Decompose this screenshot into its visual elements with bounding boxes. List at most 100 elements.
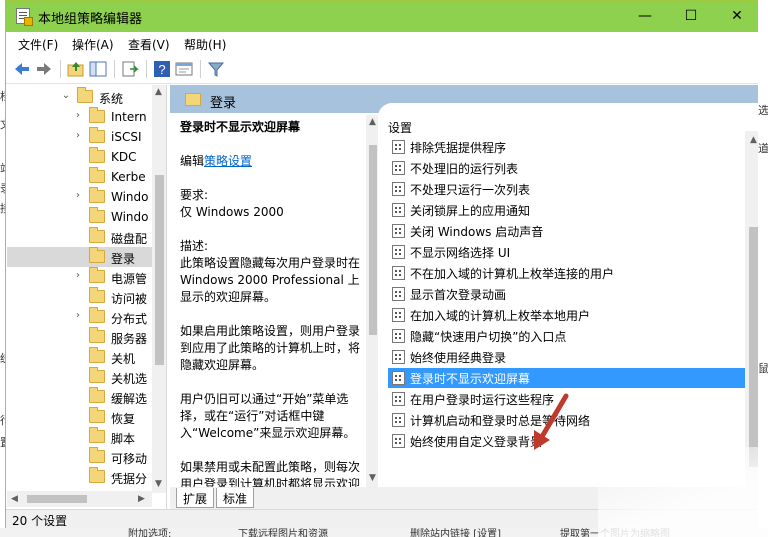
settings-column-header[interactable]: 设置 [388, 119, 412, 136]
back-arrow-icon[interactable] [12, 59, 32, 79]
tree-scroll-thumb[interactable] [155, 175, 164, 365]
chevron-right-icon[interactable]: › [73, 130, 83, 141]
bottom-text: 删除站内链接 [设置] [410, 529, 501, 537]
folder-icon [89, 227, 105, 243]
setting-row[interactable]: 不处理旧的运行列表 [388, 158, 748, 178]
tree-item-label: 电源管 [111, 272, 148, 286]
svg-text:?: ? [158, 62, 165, 77]
scroll-up-icon[interactable]: ▲ [750, 135, 757, 145]
window-title: 本地组策略编辑器 [38, 12, 143, 27]
setting-row[interactable]: 始终使用经典登录 [388, 347, 748, 367]
chevron-right-icon[interactable]: › [73, 310, 83, 321]
tree-item[interactable]: Windo [7, 207, 152, 227]
policy-setting-icon [392, 350, 405, 364]
tree-horizontal-scrollbar[interactable]: ◀ ▶ [7, 491, 152, 507]
setting-row[interactable]: 在加入域的计算机上枚举本地用户 [388, 305, 748, 325]
setting-row[interactable]: 排除凭据提供程序 [388, 137, 748, 157]
properties-icon[interactable] [174, 59, 194, 79]
navigation-tree: ⌄ 系统 › Intern › iSCSI KDC Kerbe › Windo Windo 磁盘配 登录… [7, 85, 167, 509]
tree-item[interactable]: 关机选 [7, 367, 152, 387]
tree-item[interactable]: 凭据分 [7, 467, 152, 487]
tree-item[interactable]: › 电源管 [7, 267, 152, 287]
minimize-button[interactable]: — [622, 1, 668, 32]
forward-arrow-icon[interactable] [34, 59, 54, 79]
setting-row[interactable]: 关闭锁屏上的应用通知 [388, 200, 748, 220]
requirements: 要求: 仅 Windows 2000 [180, 187, 366, 221]
setting-row[interactable]: 不显示网络选择 UI [388, 242, 748, 262]
folder-icon [89, 467, 105, 483]
scroll-up-icon[interactable]: ▲ [155, 87, 162, 97]
menu-help[interactable]: 帮助(H) [184, 36, 226, 53]
settings-scroll-thumb[interactable] [749, 227, 758, 467]
tab-standard[interactable]: 标准 [216, 488, 255, 508]
policy-setting-icon [392, 434, 405, 448]
scroll-left-icon[interactable]: ◀ [11, 494, 18, 504]
tab-extended[interactable]: 扩展 [176, 488, 215, 508]
tree-item[interactable]: 访问被 [7, 287, 152, 307]
tree-item[interactable]: 缓解选 [7, 387, 152, 407]
scroll-down-icon[interactable]: ▼ [369, 473, 376, 483]
tree-item[interactable]: 磁盘配 [7, 227, 152, 247]
tree-item-label: KDC [111, 150, 137, 164]
chevron-right-icon[interactable]: › [73, 190, 83, 201]
chevron-right-icon[interactable]: › [73, 270, 83, 281]
menu-action[interactable]: 操作(A) [72, 36, 114, 53]
toolbar-separator [200, 60, 201, 78]
tree-item-label: 缓解选 [111, 392, 148, 406]
scroll-up-icon[interactable]: ▲ [369, 117, 376, 127]
help-icon[interactable]: ? [152, 59, 172, 79]
tree-item[interactable]: › Intern [7, 107, 152, 127]
export-list-icon[interactable] [120, 59, 140, 79]
scroll-down-icon[interactable]: ▼ [155, 479, 162, 489]
tree-item[interactable]: ⌄ 系统 [7, 87, 152, 107]
tree-item[interactable]: Kerbe [7, 167, 152, 187]
setting-row[interactable]: 不处理只运行一次列表 [388, 179, 748, 199]
edit-prefix: 编辑 [180, 154, 205, 168]
chevron-down-icon[interactable]: ⌄ [61, 90, 71, 101]
title-bar[interactable]: 本地组策略编辑器 — ☐ ✕ [6, 1, 762, 32]
tree-item[interactable]: 恢复 [7, 407, 152, 427]
tree-item[interactable]: › iSCSI [7, 127, 152, 147]
policy-setting-icon [392, 182, 405, 196]
category-title: 登录 [210, 96, 237, 111]
tree-item[interactable]: › Windo [7, 187, 152, 207]
tree-item[interactable]: KDC [7, 147, 152, 167]
requirements-label: 要求: [180, 188, 209, 202]
tree-hscroll-thumb[interactable] [27, 495, 87, 503]
setting-row[interactable]: 隐藏“快速用户切换”的入口点 [388, 326, 748, 346]
setting-row[interactable]: 登录时不显示欢迎屏幕 [388, 368, 748, 388]
close-button[interactable]: ✕ [714, 1, 760, 32]
setting-label: 关闭 Windows 启动声音 [410, 225, 544, 239]
edit-policy-link[interactable]: 策略设置 [204, 154, 252, 168]
tree-item-label: 访问被 [111, 292, 148, 306]
chevron-right-icon[interactable]: › [73, 110, 83, 121]
edge-glyph: 选 [758, 104, 768, 117]
tree-item[interactable]: 脚本 [7, 427, 152, 447]
tree-item[interactable]: › 分布式 [7, 307, 152, 327]
tree-item-label: Intern [111, 110, 147, 124]
setting-row[interactable]: 显示首次登录动画 [388, 284, 748, 304]
folder-icon [89, 147, 105, 163]
annotation-arrow-icon [534, 393, 569, 450]
policy-setting-icon [392, 329, 405, 343]
setting-row[interactable]: 关闭 Windows 启动声音 [388, 221, 748, 241]
scroll-right-icon[interactable]: ▶ [138, 494, 145, 504]
filter-icon[interactable] [206, 59, 226, 79]
folder-icon [89, 247, 105, 263]
menu-file[interactable]: 文件(F) [18, 36, 58, 53]
requirements-value: 仅 Windows 2000 [180, 205, 284, 219]
up-folder-icon[interactable] [66, 59, 86, 79]
setting-row[interactable]: 不在加入域的计算机上枚举连接的用户 [388, 263, 748, 283]
tree-item[interactable]: 登录 [7, 247, 152, 267]
tree-item[interactable]: 可移动 [7, 447, 152, 467]
tree-vertical-scrollbar[interactable]: ▲ ▼ [152, 85, 166, 493]
description-scroll-thumb[interactable] [369, 145, 377, 335]
show-hide-tree-icon[interactable] [88, 59, 108, 79]
tree-item[interactable]: 服务器 [7, 327, 152, 347]
tree-item[interactable]: 关机 [7, 347, 152, 367]
status-text: 20 个设置 [12, 514, 68, 528]
menu-view[interactable]: 查看(V) [128, 36, 170, 53]
policy-setting-icon [392, 203, 405, 217]
maximize-button[interactable]: ☐ [668, 1, 714, 32]
policy-description-panel: 登录时不显示欢迎屏幕 编辑策略设置 要求: 仅 Windows 2000 描述:… [170, 113, 378, 487]
